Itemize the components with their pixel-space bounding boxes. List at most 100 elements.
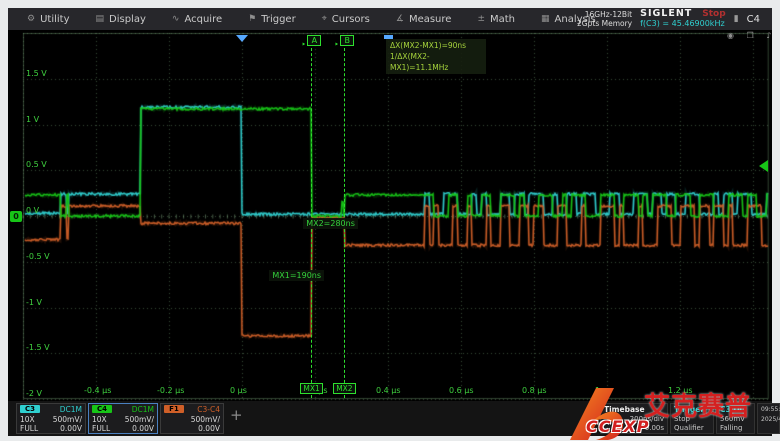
time-axis-label: 0 µs	[230, 386, 247, 395]
menu-utility[interactable]: ⚙ Utility	[18, 10, 79, 28]
trigger-level-value: 560mV	[720, 415, 751, 425]
timebase-scale: 200ns/div	[604, 415, 664, 425]
voltage-axis-label: 1 V	[26, 115, 39, 124]
channel-zero-level-marker[interactable]: 0	[10, 211, 22, 222]
timebase-title: Timebase	[604, 405, 664, 415]
c4-coupling: DC1M	[132, 405, 154, 415]
display-icon: ▤	[96, 14, 105, 24]
trigger-slope: Falling	[720, 424, 751, 434]
menu-acquire-label: Acquire	[184, 14, 222, 25]
menu-display[interactable]: ▤ Display	[87, 10, 155, 28]
crosshair-icon: ⌖	[322, 14, 327, 24]
c4-bandwidth: FULL	[92, 424, 110, 434]
c3-offset: 0.00V	[60, 424, 82, 434]
c3-coupling: DC1M	[60, 405, 82, 415]
oscilloscope-screen: ⚙ Utility ▤ Display ∿ Acquire ⚑ Trigger …	[0, 0, 780, 441]
f1-source: C3-C4	[197, 405, 220, 415]
c3-scale: 500mV/	[53, 415, 82, 425]
cursor-mx2-handle[interactable]: MX2	[333, 383, 355, 394]
f1-offset: 0.00V	[198, 424, 220, 434]
time-axis-label: 0.4 µs	[376, 386, 401, 395]
menu-math[interactable]: ± Math	[468, 10, 524, 28]
menu-measure[interactable]: ∡ Measure	[387, 10, 461, 28]
cursor-measurement-box: ΔX(MX2-MX1)=90ns 1/ΔX(MX2-MX1)=11.1MHz	[386, 39, 486, 74]
math-box-f1[interactable]: F1 C3-C4 500mV/ 0.00V	[160, 403, 224, 434]
gear-icon: ⚙	[27, 14, 35, 24]
memory-spec: 2Gpts Memory	[577, 19, 632, 28]
menu-math-label: Math	[490, 14, 515, 25]
menu-display-label: Display	[109, 14, 146, 25]
trigger-source-box[interactable]: C3 DC 560mV Falling	[716, 403, 755, 434]
usb-icon: ▮	[734, 14, 739, 24]
time-axis-label: 0.8 µs	[522, 386, 547, 395]
c3-badge: C3	[20, 405, 40, 413]
clock-box: 09:55:44 2025/4/2	[757, 403, 780, 434]
menu-trigger[interactable]: ⚑ Trigger	[239, 10, 305, 28]
horizontal-reference-marker[interactable]	[384, 35, 393, 39]
active-channel-indicator[interactable]: C4	[747, 14, 760, 25]
time-axis-label: 1.2 µs	[668, 386, 693, 395]
bandwidth-spec: 16GHz-12Bit	[577, 10, 632, 19]
trigger-mode: Qualifier	[674, 424, 710, 434]
c4-scale: 500mV/	[125, 415, 154, 425]
c4-probe: 10X	[92, 415, 107, 425]
acquisition-spec: 16GHz-12Bit 2Gpts Memory	[577, 10, 632, 28]
math-icon: ±	[477, 14, 485, 24]
menu-utility-label: Utility	[40, 14, 69, 25]
display-corner-icons[interactable]: ◉ ❐ ♪	[727, 31, 776, 40]
trigger-box[interactable]: Trigger Stop Qualifier	[670, 403, 714, 434]
brand-box: SIGLENT Stop f(C3) = 45.46900kHz	[640, 9, 726, 29]
menu-cursors[interactable]: ⌖ Cursors	[313, 10, 379, 28]
c4-badge: C4	[92, 405, 112, 413]
time-axis-label: 0.6 µs	[449, 386, 474, 395]
f1-scale: 500mV/	[191, 415, 220, 425]
voltage-axis-label: -1.5 V	[26, 343, 50, 352]
acquisition-state[interactable]: Stop	[702, 9, 725, 19]
voltage-axis-label: 1.5 V	[26, 69, 47, 78]
cursor-mx1-handle[interactable]: MX1	[300, 383, 322, 394]
menu-cursors-label: Cursors	[332, 14, 370, 25]
cursor-a-arrow-icon: ‣	[301, 41, 306, 49]
time-axis-label: -0.2 µs	[157, 386, 184, 395]
add-channel-button[interactable]: +	[230, 408, 243, 423]
channel-box-c4[interactable]: C4 DC1M 10X 500mV/ FULL 0.00V	[88, 403, 158, 434]
waveform-plot-area[interactable]	[8, 30, 772, 402]
cursor-b-handle[interactable]: B	[340, 35, 354, 46]
menu-trigger-label: Trigger	[261, 14, 296, 25]
trigger-title: Trigger	[674, 405, 710, 415]
time-axis-label: -0.4 µs	[84, 386, 111, 395]
trigger-position-marker[interactable]	[236, 35, 248, 42]
voltage-axis-label: -1 V	[26, 298, 42, 307]
voltage-axis-label: -2 V	[26, 389, 42, 398]
menu-acquire[interactable]: ∿ Acquire	[163, 10, 231, 28]
time-axis-label: 1 µs	[595, 386, 612, 395]
status-bar: 16GHz-12Bit 2Gpts Memory SIGLENT Stop f(…	[577, 8, 766, 30]
analysis-icon: ▦	[541, 14, 550, 24]
f1-badge: F1	[164, 405, 184, 413]
menu-bar: ⚙ Utility ▤ Display ∿ Acquire ⚑ Trigger …	[8, 8, 772, 30]
cursor-a-handle[interactable]: A	[307, 35, 321, 46]
c4-offset: 0.00V	[132, 424, 154, 434]
channel-box-c3[interactable]: C3 DC1M 10X 500mV/ FULL 0.00V	[16, 403, 86, 434]
cursor-inverse-delta-x: 1/ΔX(MX2-MX1)=11.1MHz	[390, 51, 482, 73]
wave-icon: ∿	[172, 14, 180, 24]
brand-logo: SIGLENT	[640, 9, 692, 19]
frequency-counter: f(C3) = 45.46900kHz	[640, 19, 726, 29]
measure-icon: ∡	[396, 14, 404, 24]
menu-measure-label: Measure	[409, 14, 452, 25]
c3-probe: 10X	[20, 415, 35, 425]
cursor-b-arrow-icon: ‣	[334, 41, 339, 49]
voltage-axis-label: 0.5 V	[26, 160, 47, 169]
trigger-source: C3 DC	[720, 405, 751, 415]
mx2-readout: MX2=280ns	[303, 218, 358, 229]
trigger-state: Stop	[674, 415, 710, 425]
clock-date: 2025/4/2	[761, 415, 776, 425]
mx1-readout: MX1=190ns	[269, 270, 324, 281]
clock-time: 09:55:44	[761, 405, 776, 415]
timebase-box[interactable]: Timebase 200ns/div 0.00s	[600, 403, 668, 434]
c3-bandwidth: FULL	[20, 424, 38, 434]
trigger-level-marker[interactable]	[759, 160, 768, 172]
voltage-axis-label: 0 V	[26, 206, 39, 215]
flag-icon: ⚑	[248, 14, 256, 24]
voltage-axis-label: -0.5 V	[26, 252, 50, 261]
